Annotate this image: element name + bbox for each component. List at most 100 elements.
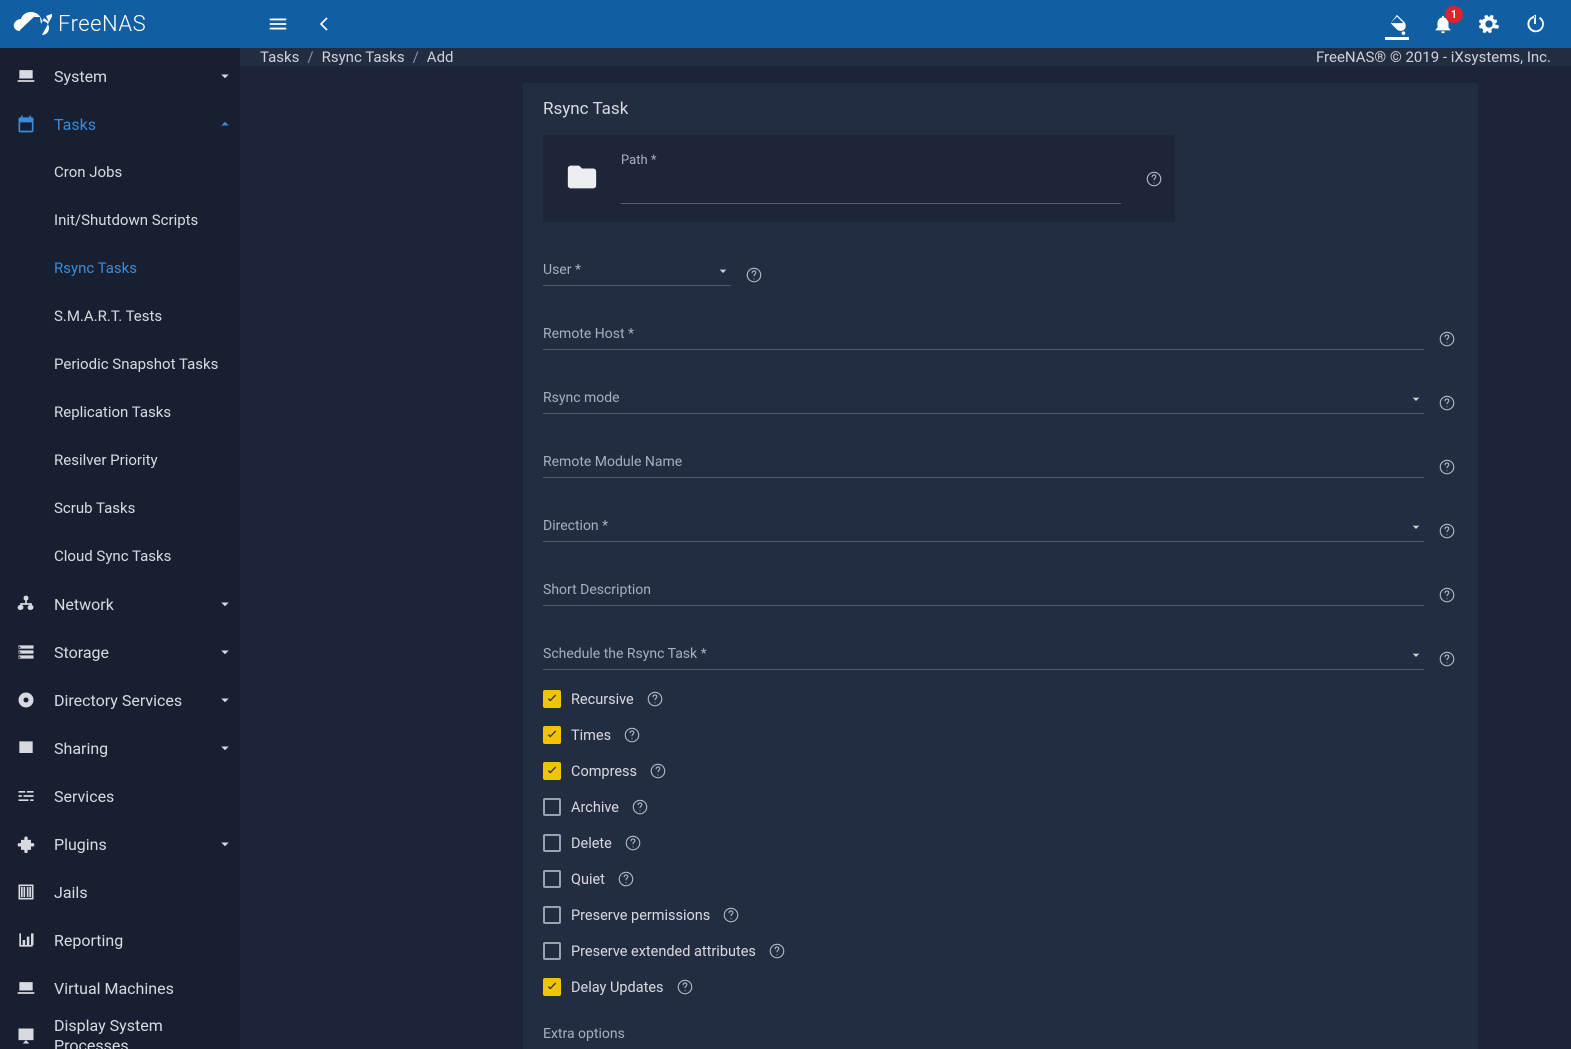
sidebar-item-plugins[interactable]: Plugins — [0, 820, 240, 868]
sidebar-sub-label: Rsync Tasks — [54, 259, 137, 277]
help-icon[interactable] — [1436, 584, 1458, 606]
top-bar: FreeNAS 1 — [0, 0, 1571, 48]
recursive-checkbox[interactable] — [543, 690, 561, 708]
help-icon[interactable] — [766, 940, 788, 962]
quiet-label: Quiet — [571, 871, 605, 888]
help-icon[interactable] — [1436, 456, 1458, 478]
help-icon[interactable] — [1436, 392, 1458, 414]
jail-icon — [12, 882, 40, 902]
sidebar-item-smart[interactable]: S.M.A.R.T. Tests — [0, 292, 240, 340]
help-icon[interactable] — [615, 868, 637, 890]
sidebar-item-jails[interactable]: Jails — [0, 868, 240, 916]
sidebar-label: Storage — [40, 643, 210, 662]
quiet-checkbox[interactable] — [543, 870, 561, 888]
chevron-down-icon — [1408, 647, 1424, 667]
sidebar: System Tasks Cron Jobs Init/Shutdown Scr… — [0, 48, 240, 1049]
sidebar-item-snapshot[interactable]: Periodic Snapshot Tasks — [0, 340, 240, 388]
theme-icon[interactable] — [1385, 12, 1409, 36]
sidebar-item-resilver[interactable]: Resilver Priority — [0, 436, 240, 484]
help-icon[interactable] — [1436, 520, 1458, 542]
sidebar-sub-label: Scrub Tasks — [54, 499, 135, 517]
direction-select[interactable] — [543, 516, 1424, 542]
breadcrumb-tasks[interactable]: Tasks — [260, 48, 299, 66]
preserve-perms-checkbox[interactable] — [543, 906, 561, 924]
sidebar-label: Plugins — [40, 835, 210, 854]
user-select[interactable] — [543, 260, 731, 286]
sidebar-item-cron[interactable]: Cron Jobs — [0, 148, 240, 196]
sidebar-item-init[interactable]: Init/Shutdown Scripts — [0, 196, 240, 244]
sharing-icon — [12, 738, 40, 758]
sidebar-label: Network — [40, 595, 210, 614]
power-icon[interactable] — [1523, 12, 1547, 36]
help-icon[interactable] — [1143, 168, 1165, 190]
help-icon[interactable] — [644, 688, 666, 710]
help-icon[interactable] — [622, 832, 644, 854]
delete-label: Delete — [571, 835, 612, 852]
sidebar-label: Virtual Machines — [40, 979, 240, 998]
laptop-icon — [12, 66, 40, 86]
remote-host-label: Remote Host * — [543, 326, 1424, 342]
notifications-icon[interactable]: 1 — [1431, 12, 1455, 36]
sidebar-label: Services — [40, 787, 240, 806]
back-icon[interactable] — [312, 12, 336, 36]
sidebar-item-services[interactable]: Services — [0, 772, 240, 820]
help-icon[interactable] — [720, 904, 742, 926]
sidebar-item-system[interactable]: System — [0, 52, 240, 100]
sidebar-item-processes[interactable]: Display System Processes — [0, 1012, 240, 1049]
chevron-down-icon — [210, 691, 240, 709]
chevron-up-icon — [210, 115, 240, 133]
chevron-down-icon — [1408, 391, 1424, 411]
times-checkbox[interactable] — [543, 726, 561, 744]
breadcrumb-bar: Tasks / Rsync Tasks / Add FreeNAS® © 201… — [240, 48, 1571, 67]
help-icon[interactable] — [743, 264, 765, 286]
breadcrumb-sep: / — [405, 48, 427, 66]
delay-updates-checkbox[interactable] — [543, 978, 561, 996]
chart-icon — [12, 930, 40, 950]
main-area: Tasks / Rsync Tasks / Add FreeNAS® © 201… — [240, 48, 1571, 1049]
laptop-icon — [12, 978, 40, 998]
sidebar-item-network[interactable]: Network — [0, 580, 240, 628]
help-icon[interactable] — [1436, 648, 1458, 670]
path-input[interactable] — [621, 178, 1121, 204]
directory-icon — [12, 690, 40, 710]
archive-checkbox[interactable] — [543, 798, 561, 816]
calendar-icon — [12, 114, 40, 134]
schedule-select[interactable] — [543, 644, 1424, 670]
processes-icon — [12, 1026, 40, 1046]
sidebar-item-rsync[interactable]: Rsync Tasks — [0, 244, 240, 292]
delete-checkbox[interactable] — [543, 834, 561, 852]
copyright-text: FreeNAS® © 2019 - iXsystems, Inc. — [1316, 48, 1551, 66]
rsync-mode-select[interactable] — [543, 388, 1424, 414]
breadcrumb-sep: / — [299, 48, 321, 66]
card-title: Rsync Task — [523, 83, 1478, 135]
settings-icon[interactable] — [1477, 12, 1501, 36]
sidebar-item-vms[interactable]: Virtual Machines — [0, 964, 240, 1012]
sidebar-item-replication[interactable]: Replication Tasks — [0, 388, 240, 436]
sidebar-item-directory[interactable]: Directory Services — [0, 676, 240, 724]
extra-options-textarea[interactable] — [543, 1042, 1424, 1049]
sidebar-item-sharing[interactable]: Sharing — [0, 724, 240, 772]
breadcrumb-rsync[interactable]: Rsync Tasks — [322, 48, 405, 66]
sidebar-item-storage[interactable]: Storage — [0, 628, 240, 676]
sidebar-item-reporting[interactable]: Reporting — [0, 916, 240, 964]
brand-logo-icon — [10, 9, 52, 39]
sidebar-label: Tasks — [40, 115, 210, 134]
brand-area: FreeNAS — [0, 9, 240, 39]
preserve-xattrs-checkbox[interactable] — [543, 942, 561, 960]
sidebar-item-scrub[interactable]: Scrub Tasks — [0, 484, 240, 532]
compress-checkbox[interactable] — [543, 762, 561, 780]
help-icon[interactable] — [674, 976, 696, 998]
menu-toggle-icon[interactable] — [266, 12, 290, 36]
help-icon[interactable] — [647, 760, 669, 782]
sidebar-item-tasks[interactable]: Tasks — [0, 100, 240, 148]
help-icon[interactable] — [629, 796, 651, 818]
notifications-badge: 1 — [1445, 6, 1463, 23]
folder-icon[interactable] — [565, 160, 599, 198]
storage-icon — [12, 642, 40, 662]
help-icon[interactable] — [621, 724, 643, 746]
help-icon[interactable] — [1436, 328, 1458, 350]
sidebar-sub-label: Periodic Snapshot Tasks — [54, 355, 218, 373]
plugin-icon — [12, 834, 40, 854]
sidebar-sub-label: S.M.A.R.T. Tests — [54, 307, 162, 325]
sidebar-item-cloud[interactable]: Cloud Sync Tasks — [0, 532, 240, 580]
